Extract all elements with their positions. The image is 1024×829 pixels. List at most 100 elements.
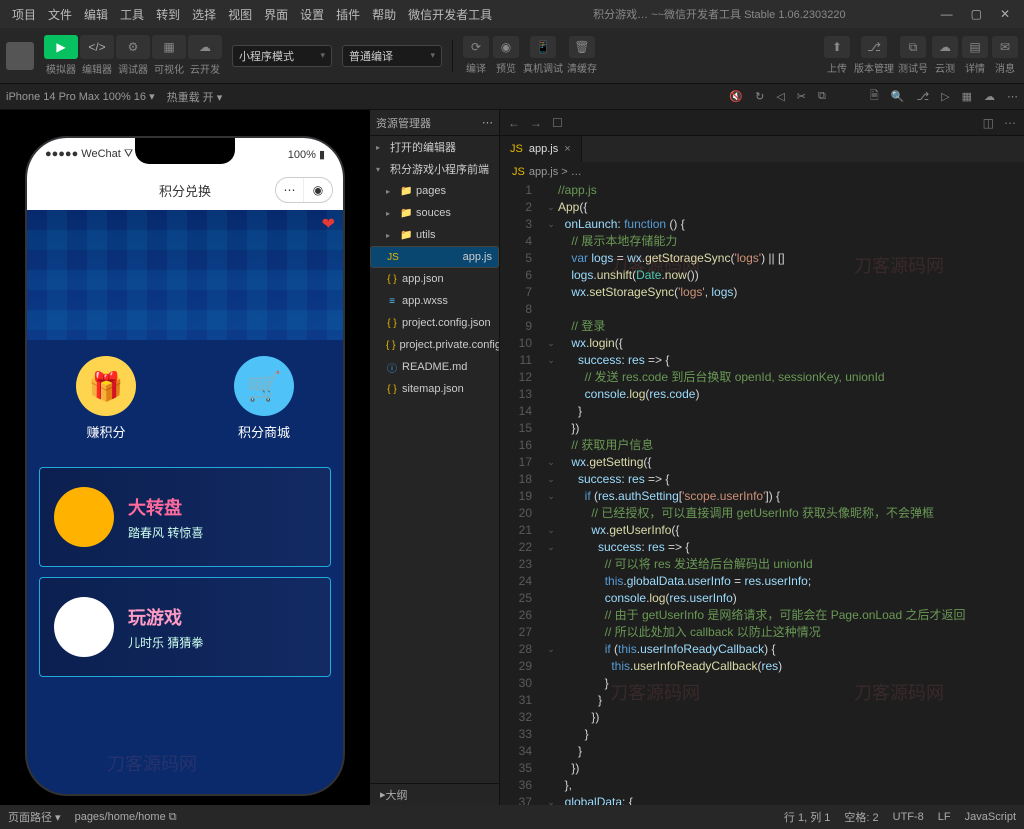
device-select[interactable]: iPhone 14 Pro Max 100% 16 ▾	[6, 90, 155, 103]
section-label: 积分游戏小程序前端	[390, 161, 489, 177]
toolbar-button[interactable]: 🗑清缓存	[567, 36, 597, 75]
status-encoding[interactable]: UTF-8	[893, 811, 924, 823]
toolbar-button[interactable]: ⬆上传	[824, 36, 850, 75]
explorer-title: 资源管理器	[376, 115, 431, 131]
status-indent[interactable]: 空格: 2	[844, 809, 878, 825]
mode-button[interactable]: ▶	[44, 35, 78, 59]
toolbar-button[interactable]: ▤详情	[962, 36, 988, 75]
explorer-more-icon[interactable]: ⋯	[482, 116, 493, 129]
menu-item[interactable]: 微信开发者工具	[402, 8, 498, 22]
mode-button[interactable]: ⚙	[116, 35, 150, 59]
menu-item[interactable]: 视图	[222, 8, 258, 22]
menu-item[interactable]: 设置	[294, 8, 330, 22]
file-tree-item[interactable]: ≡app.wxss	[370, 290, 499, 312]
simulator-bar: iPhone 14 Pro Max 100% 16 ▾ 热重载 开 ▾ 🔇 ↻ …	[0, 84, 1024, 110]
breadcrumb[interactable]: JS app.js > …	[500, 162, 1024, 182]
split-editor-icon[interactable]: ◫	[983, 116, 994, 130]
grid-item-earn[interactable]: 🎁 赚积分	[76, 356, 136, 441]
mode-button[interactable]: </>	[80, 35, 114, 59]
explorer-search-icon[interactable]: 🔍	[891, 90, 905, 103]
sim-popout-icon[interactable]: ⧉	[818, 90, 826, 103]
card-game[interactable]: 玩游戏 儿时乐 猜猜拳	[39, 577, 331, 677]
explorer-git-icon[interactable]: ⎇	[916, 90, 929, 103]
capsule-button[interactable]: ⋯ ◉	[275, 177, 333, 203]
close-tab-icon[interactable]: ×	[564, 143, 570, 155]
watermark: 刀客源码网	[107, 750, 197, 776]
explorer-debug-icon[interactable]: ▷	[941, 90, 949, 103]
code-body[interactable]: //app.jsApp({ onLaunch: function () { //…	[558, 182, 1024, 805]
toolbar-button[interactable]: ✉消息	[992, 36, 1018, 75]
toolbar-caption: 消息	[995, 60, 1015, 75]
file-tree-item[interactable]: { }project.config.json	[370, 312, 499, 334]
menu-item[interactable]: 项目	[6, 8, 42, 22]
phone-grid: 🎁 赚积分 🛒 积分商城	[27, 340, 343, 457]
status-page-path-label[interactable]: 页面路径 ▾	[8, 809, 61, 825]
menu-item[interactable]: 选择	[186, 8, 222, 22]
window-minimize-icon[interactable]: —	[941, 7, 953, 21]
status-eol[interactable]: LF	[938, 811, 951, 823]
capsule-close-icon[interactable]: ◉	[304, 178, 332, 202]
window-close-icon[interactable]: ✕	[1000, 7, 1010, 21]
file-tree-item[interactable]: { }app.json	[370, 268, 499, 290]
fold-column[interactable]: ⌄⌄⌄⌄⌄⌄⌄⌄⌄⌄⌄	[544, 182, 558, 805]
menu-item[interactable]: 转到	[150, 8, 186, 22]
editor-tabs: JS app.js ×	[500, 136, 1024, 162]
mode-button[interactable]: ▦	[152, 35, 186, 59]
file-tree-item[interactable]: JSapp.js	[370, 246, 499, 268]
code-editor: ← → ☐ ◫ ⋯ JS app.js × JS app.js > … 1234…	[500, 110, 1024, 805]
status-cursor[interactable]: 行 1, 列 1	[784, 809, 830, 825]
editor-more-icon[interactable]: ⋯	[1004, 116, 1016, 130]
card-wheel[interactable]: 大转盘 踏春风 转惊喜	[39, 467, 331, 567]
avatar[interactable]	[6, 42, 34, 70]
file-tree-item[interactable]: { }sitemap.json	[370, 378, 499, 400]
capsule-menu-icon[interactable]: ⋯	[276, 178, 304, 202]
explorer-ext-icon[interactable]: ▦	[962, 90, 972, 103]
editor-toolbar: ← → ☐ ◫ ⋯	[500, 110, 1024, 136]
window-maximize-icon[interactable]: ▢	[971, 7, 982, 21]
phone-battery: 100% ▮	[288, 148, 325, 161]
phone-status-left: ●●●●● WeChat ⛛	[45, 148, 133, 161]
hot-reload-toggle[interactable]: 热重载 开 ▾	[167, 89, 223, 105]
mode-button[interactable]: ☁	[188, 35, 222, 59]
file-tree-item[interactable]: ▸📁souces	[370, 202, 499, 224]
grid-item-mall[interactable]: 🛒 积分商城	[234, 356, 294, 441]
toolbar-button[interactable]: ⧉测试号	[898, 36, 928, 75]
nav-back-icon[interactable]: ←	[508, 116, 520, 130]
toolbar-button[interactable]: 📱真机调试	[523, 36, 563, 75]
file-tree-item[interactable]: { }project.private.config.js…	[370, 334, 499, 356]
file-tree-item[interactable]: ▸📁pages	[370, 180, 499, 202]
sim-back-icon[interactable]: ◁	[776, 90, 784, 103]
menu-item[interactable]: 插件	[330, 8, 366, 22]
status-page-path[interactable]: pages/home/home ⧉	[75, 811, 177, 824]
toolbar-button[interactable]: ⟳编译	[463, 36, 489, 75]
explorer-cloud-icon[interactable]: ☁	[984, 90, 995, 103]
sim-rotate-icon[interactable]: ↻	[755, 90, 764, 103]
menu-item[interactable]: 帮助	[366, 8, 402, 22]
toolbar-button[interactable]: ☁云测	[932, 36, 958, 75]
file-tree-item[interactable]: ⓘREADME.md	[370, 356, 499, 378]
heart-icon[interactable]: ❤	[322, 214, 335, 234]
explorer-files-icon[interactable]: 🗎	[870, 87, 879, 106]
file-tree-item[interactable]: ▸📁utils	[370, 224, 499, 246]
js-icon: JS	[387, 252, 399, 263]
menu-item[interactable]: 界面	[258, 8, 294, 22]
folder-icon: 📁	[400, 208, 412, 219]
toolbar-button[interactable]: ◉预览	[493, 36, 519, 75]
mode-select[interactable]: 小程序模式▾	[232, 45, 332, 67]
menu-item[interactable]: 编辑	[78, 8, 114, 22]
mode-caption: 模拟器	[44, 61, 78, 76]
editor-tab[interactable]: JS app.js ×	[500, 136, 582, 162]
menu-item[interactable]: 文件	[42, 8, 78, 22]
bookmark-icon[interactable]: ☐	[552, 116, 563, 130]
outline-panel[interactable]: ▸ 大纲	[370, 783, 499, 805]
sim-mute-icon[interactable]: 🔇	[729, 90, 743, 103]
menu-item[interactable]: 工具	[114, 8, 150, 22]
toolbar-button[interactable]: ⎇版本管理	[854, 36, 894, 75]
nav-fwd-icon[interactable]: →	[530, 116, 542, 130]
explorer-more-icon[interactable]: ⋯	[1007, 90, 1018, 103]
sim-cut-icon[interactable]: ✂	[797, 90, 806, 103]
compile-select[interactable]: 普通编译▾	[342, 45, 442, 67]
explorer-section[interactable]: ▸打开的编辑器	[370, 136, 499, 158]
explorer-section[interactable]: ▾积分游戏小程序前端	[370, 158, 499, 180]
status-lang[interactable]: JavaScript	[965, 811, 1016, 823]
